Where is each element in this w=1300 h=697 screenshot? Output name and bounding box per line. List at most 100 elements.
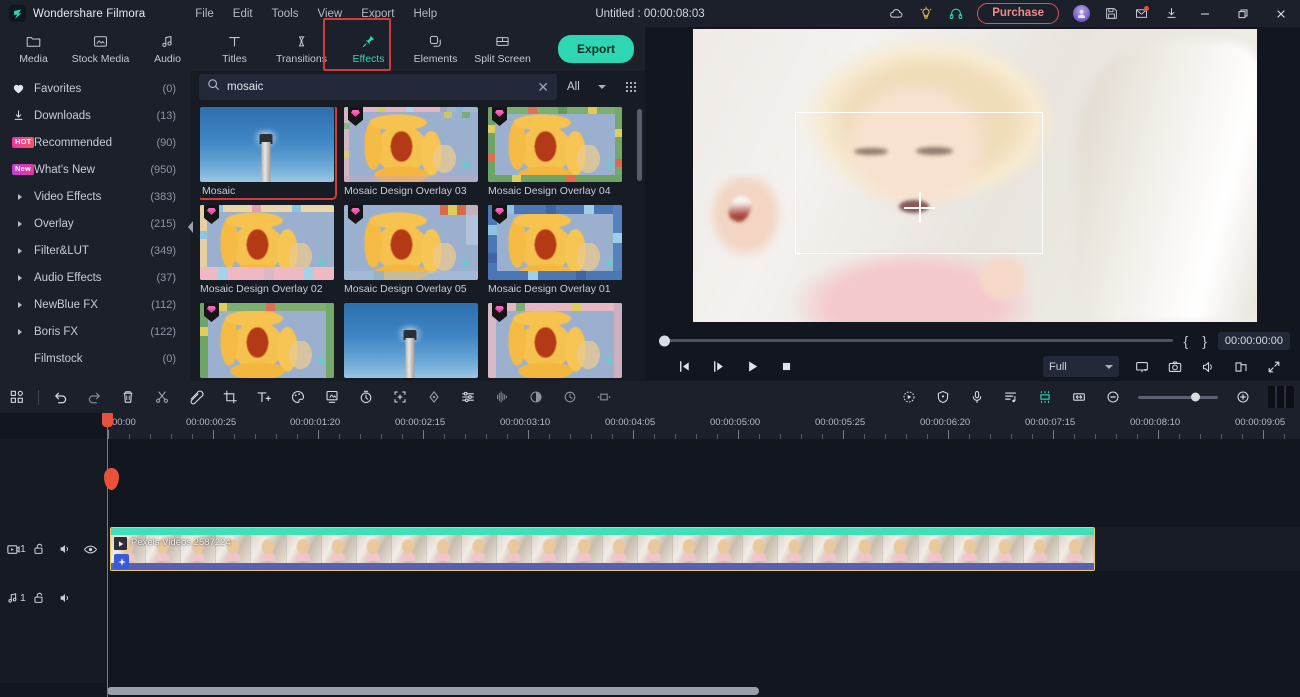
split-button[interactable]	[145, 381, 179, 413]
sidebar-item-favorites[interactable]: Favorites (0)	[0, 75, 190, 102]
collapse-panel-button[interactable]	[186, 216, 196, 238]
render-preview-block-icon[interactable]	[1268, 386, 1294, 408]
prev-frame-button[interactable]	[667, 352, 701, 381]
clip-effect-icon[interactable]	[114, 554, 129, 569]
effect-tile[interactable]: Mosaic Design Overlay 02	[200, 205, 334, 295]
tab-elements[interactable]: Elements	[402, 27, 469, 71]
keyframe-button[interactable]	[417, 381, 451, 413]
timeline-ruler[interactable]: 00:00 00:00:00:25 00:00:01:20 00:00:02:1…	[108, 413, 1300, 439]
headphones-icon[interactable]	[941, 0, 971, 27]
rotate-button[interactable]	[553, 381, 587, 413]
freeze-frame-button[interactable]	[587, 381, 621, 413]
seek-slider[interactable]	[659, 335, 1173, 346]
volume-button[interactable]	[1191, 352, 1224, 381]
menu-edit[interactable]: Edit	[233, 8, 253, 20]
zoom-slider[interactable]	[1138, 392, 1218, 402]
save-icon[interactable]	[1096, 0, 1126, 27]
menu-export[interactable]: Export	[361, 8, 394, 20]
scrollbar-thumb[interactable]	[107, 687, 759, 695]
effect-tile[interactable]: Mosaic Design Overlay 03	[344, 107, 478, 197]
timeline-clip-video[interactable]: Pexels Videos 2587224	[110, 527, 1095, 571]
pop-out-player-button[interactable]	[1125, 352, 1158, 381]
sidebar-item-newblue-fx[interactable]: NewBlue FX (112)	[0, 291, 190, 318]
sidebar-item-filmstock[interactable]: Filmstock (0)	[0, 345, 190, 372]
export-button[interactable]: Export	[558, 35, 635, 63]
zoom-slider-handle[interactable]	[1191, 392, 1200, 402]
play-button[interactable]	[735, 352, 769, 381]
tab-media[interactable]: Media	[0, 27, 67, 71]
delete-button[interactable]	[111, 381, 145, 413]
preview-video[interactable]	[693, 29, 1257, 322]
download-icon[interactable]	[604, 353, 615, 372]
effect-tile[interactable]	[344, 303, 478, 381]
effect-tile[interactable]: Mosaic Design Overlay 01	[488, 205, 622, 295]
cloud-icon[interactable]	[881, 0, 911, 27]
effect-tile[interactable]: Mosaic Design Overlay 05	[344, 205, 478, 295]
download-icon[interactable]	[604, 157, 615, 176]
purchase-button[interactable]: Purchase	[977, 3, 1059, 24]
sidebar-item-boris-fx[interactable]: Boris FX (122)	[0, 318, 190, 345]
timeline-tracks[interactable]: Pexels Videos 2587224	[108, 439, 1300, 697]
mask-button[interactable]	[519, 381, 553, 413]
sidebar-item-recommended[interactable]: HOT Recommended (90)	[0, 129, 190, 156]
adjust-button[interactable]	[451, 381, 485, 413]
mark-in-button[interactable]: {	[1181, 333, 1192, 349]
effects-scrollbar[interactable]	[637, 109, 642, 181]
menu-view[interactable]: View	[317, 8, 342, 20]
view-mode-grid-button[interactable]	[618, 74, 644, 100]
sidebar-item-audio-effects[interactable]: Audio Effects (37)	[0, 264, 190, 291]
download-icon[interactable]	[460, 255, 471, 274]
download-icon[interactable]	[316, 255, 327, 274]
auto-beat-sync-button[interactable]	[892, 381, 926, 413]
project-media-button[interactable]	[0, 381, 34, 413]
tab-split-screen[interactable]: Split Screen	[469, 27, 536, 71]
sidebar-item-whats-new[interactable]: New What's New (950)	[0, 156, 190, 183]
crop-button[interactable]	[213, 381, 247, 413]
zoom-out-button[interactable]	[1096, 381, 1130, 413]
render-preview-button[interactable]	[1224, 352, 1257, 381]
tab-titles[interactable]: Titles	[201, 27, 268, 71]
timeline-horizontal-scrollbar[interactable]	[0, 683, 1300, 697]
download-icon[interactable]	[460, 157, 471, 176]
audio-mix-button[interactable]	[485, 381, 519, 413]
lightbulb-icon[interactable]	[911, 0, 941, 27]
unlock-icon[interactable]	[26, 591, 52, 605]
avatar[interactable]	[1066, 0, 1096, 27]
filter-dropdown[interactable]: All	[563, 74, 608, 100]
sidebar-item-filter-lut[interactable]: Filter&LUT (349)	[0, 237, 190, 264]
zoom-in-button[interactable]	[1226, 381, 1260, 413]
audio-list-button[interactable]	[994, 381, 1028, 413]
maximize-button[interactable]	[1224, 0, 1262, 27]
speed-button[interactable]	[349, 381, 383, 413]
tab-transitions[interactable]: Transitions	[268, 27, 335, 71]
mosaic-selection-box[interactable]	[795, 112, 1043, 254]
effect-tile[interactable]	[488, 303, 622, 381]
minimize-button[interactable]	[1186, 0, 1224, 27]
sidebar-item-video-effects[interactable]: Video Effects (383)	[0, 183, 190, 210]
fullscreen-button[interactable]	[1257, 352, 1290, 381]
preview-quality-dropdown[interactable]: Full	[1043, 356, 1119, 377]
effect-tile[interactable]	[200, 303, 334, 381]
menu-file[interactable]: File	[195, 8, 214, 20]
tab-effects[interactable]: Effects	[335, 27, 402, 71]
next-frame-button[interactable]	[701, 352, 735, 381]
fit-timeline-button[interactable]	[1062, 381, 1096, 413]
mute-icon[interactable]	[52, 591, 78, 605]
add-text-button[interactable]	[247, 381, 281, 413]
silence-detect-button[interactable]	[926, 381, 960, 413]
download-icon[interactable]	[1156, 0, 1186, 27]
sidebar-item-overlay[interactable]: Overlay (215)	[0, 210, 190, 237]
mute-icon[interactable]	[52, 542, 78, 556]
snapshot-button[interactable]	[1158, 352, 1191, 381]
effect-tile[interactable]: Mosaic Design Overlay 04	[488, 107, 622, 197]
close-button[interactable]	[1262, 0, 1300, 27]
record-voiceover-button[interactable]	[960, 381, 994, 413]
green-screen-button[interactable]	[315, 381, 349, 413]
tab-audio[interactable]: Audio	[134, 27, 201, 71]
menu-help[interactable]: Help	[413, 8, 437, 20]
unlock-icon[interactable]	[26, 542, 52, 556]
color-match-button[interactable]	[281, 381, 315, 413]
auto-reframe-button[interactable]	[383, 381, 417, 413]
marker-render-button[interactable]	[1028, 381, 1062, 413]
download-icon[interactable]	[604, 255, 615, 274]
